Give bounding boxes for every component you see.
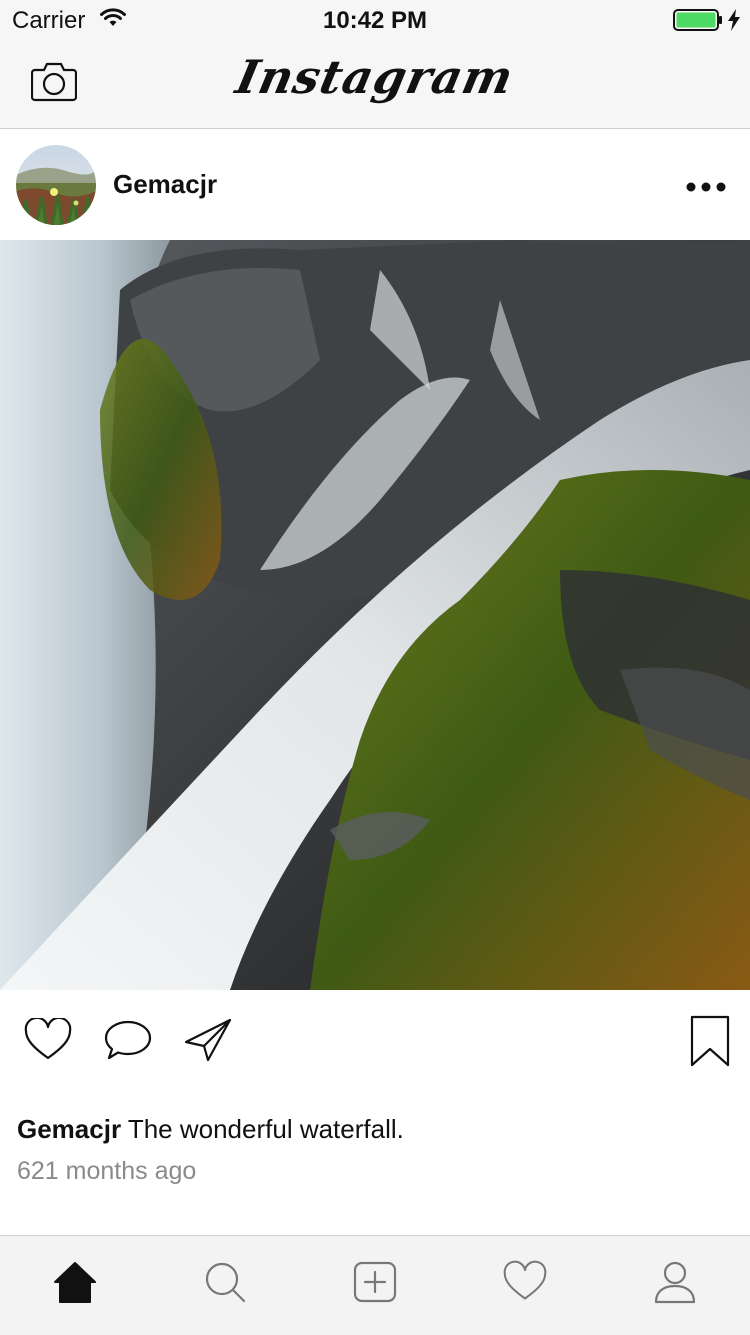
caption-text: The wonderful waterfall. — [121, 1114, 404, 1144]
profile-icon — [654, 1261, 696, 1304]
tab-add-post[interactable] — [300, 1236, 450, 1335]
app-logo-title: Instagram — [231, 50, 519, 104]
search-icon — [205, 1262, 246, 1303]
clock-time: 10:42 PM — [322, 7, 428, 34]
charging-bolt-icon — [728, 9, 740, 31]
post-timestamp: 621 months ago — [17, 1157, 197, 1185]
post-header: Gemacjr — [0, 129, 750, 240]
waterfall-photo — [0, 240, 750, 990]
activity-heart-icon — [503, 1260, 547, 1300]
status-bar: Carrier 10:42 PM — [0, 0, 750, 40]
post-caption: Gemacjr The wonderful waterfall. — [17, 1114, 404, 1145]
tab-bar — [0, 1235, 750, 1335]
share-icon[interactable] — [184, 1018, 232, 1062]
avatar[interactable] — [16, 145, 96, 225]
more-dots-icon[interactable] — [686, 181, 726, 193]
tab-home[interactable] — [0, 1236, 150, 1335]
add-post-icon — [353, 1261, 397, 1303]
caption-username[interactable]: Gemacjr — [17, 1114, 121, 1144]
post-username[interactable]: Gemacjr — [113, 169, 217, 200]
battery-icon — [673, 9, 722, 31]
heart-icon[interactable] — [24, 1018, 72, 1062]
nav-bar: Instagram — [0, 40, 750, 129]
post-actions — [0, 990, 750, 1090]
tab-profile[interactable] — [600, 1236, 750, 1335]
tab-activity[interactable] — [450, 1236, 600, 1335]
avatar-image — [16, 145, 96, 225]
home-icon — [54, 1262, 96, 1303]
post-photo[interactable] — [0, 240, 750, 990]
bookmark-icon[interactable] — [690, 1015, 730, 1067]
tab-search[interactable] — [150, 1236, 300, 1335]
comment-icon[interactable] — [104, 1018, 152, 1062]
